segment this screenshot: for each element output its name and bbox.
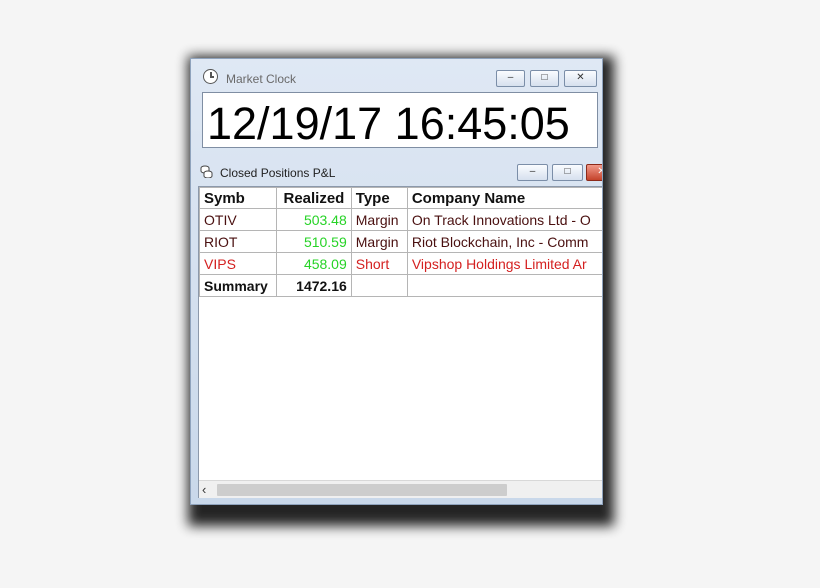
table-row[interactable]: VIPS 458.09 Short Vipshop Holdings Limit… bbox=[199, 252, 602, 275]
cell-company: On Track Innovations Ltd - O bbox=[406, 208, 602, 231]
cell-symb: OTIV bbox=[199, 208, 278, 231]
market-clock-title: Market Clock bbox=[226, 72, 297, 86]
cell-company: Riot Blockchain, Inc - Comm bbox=[406, 230, 602, 253]
cell-type: Short bbox=[350, 252, 408, 275]
coins-icon bbox=[200, 165, 213, 178]
cell-realized: 510.59 bbox=[276, 230, 352, 253]
clock-time-text: 12/19/17 16:45:05 bbox=[207, 98, 570, 149]
column-header-realized[interactable]: Realized bbox=[276, 187, 352, 209]
market-clock-titlebar[interactable]: Market Clock – □ ✕ bbox=[191, 59, 602, 95]
summary-realized: 1472.16 bbox=[276, 274, 352, 297]
cell-realized: 503.48 bbox=[276, 208, 352, 231]
maximize-button[interactable]: □ bbox=[530, 70, 559, 87]
clock-icon bbox=[203, 69, 218, 84]
positions-grid: Symb Realized Type Company Name OTIV 503… bbox=[198, 186, 602, 498]
scroll-left-icon[interactable]: ‹ bbox=[202, 482, 206, 497]
summary-label: Summary bbox=[199, 274, 278, 297]
cell-company: Vipshop Holdings Limited Ar bbox=[406, 252, 602, 275]
horizontal-scrollbar[interactable]: ‹ bbox=[199, 480, 602, 498]
cell-symb: RIOT bbox=[199, 230, 278, 253]
clock-display: 12/19/17 16:45:05 bbox=[202, 92, 598, 149]
cell-type: Margin bbox=[350, 230, 408, 253]
column-header-symb[interactable]: Symb bbox=[199, 187, 278, 209]
table-row[interactable]: OTIV 503.48 Margin On Track Innovations … bbox=[199, 208, 602, 231]
close-button[interactable]: ✕ bbox=[586, 164, 602, 181]
cell-symb: VIPS bbox=[199, 252, 278, 275]
closed-positions-titlebar[interactable]: Closed Positions P&L – □ ✕ bbox=[191, 157, 602, 185]
table-header-row: Symb Realized Type Company Name bbox=[199, 187, 602, 209]
scrollbar-thumb[interactable] bbox=[217, 484, 507, 496]
table-row[interactable]: RIOT 510.59 Margin Riot Blockchain, Inc … bbox=[199, 230, 602, 253]
summary-type-cell bbox=[350, 274, 408, 297]
column-header-type[interactable]: Type bbox=[350, 187, 408, 209]
close-button[interactable]: ✕ bbox=[564, 70, 597, 87]
minimize-button[interactable]: – bbox=[517, 164, 548, 181]
summary-row: Summary 1472.16 bbox=[199, 274, 602, 297]
column-header-company-name[interactable]: Company Name bbox=[406, 187, 602, 209]
closed-positions-title: Closed Positions P&L bbox=[220, 166, 336, 180]
cell-realized: 458.09 bbox=[276, 252, 352, 275]
desktop-frame: Market Clock – □ ✕ 12/19/17 16:45:05 Clo… bbox=[190, 58, 603, 505]
summary-company-cell bbox=[406, 274, 602, 297]
maximize-button[interactable]: □ bbox=[552, 164, 583, 181]
minimize-button[interactable]: – bbox=[496, 70, 525, 87]
positions-table: Symb Realized Type Company Name OTIV 503… bbox=[199, 187, 602, 297]
cell-type: Margin bbox=[350, 208, 408, 231]
